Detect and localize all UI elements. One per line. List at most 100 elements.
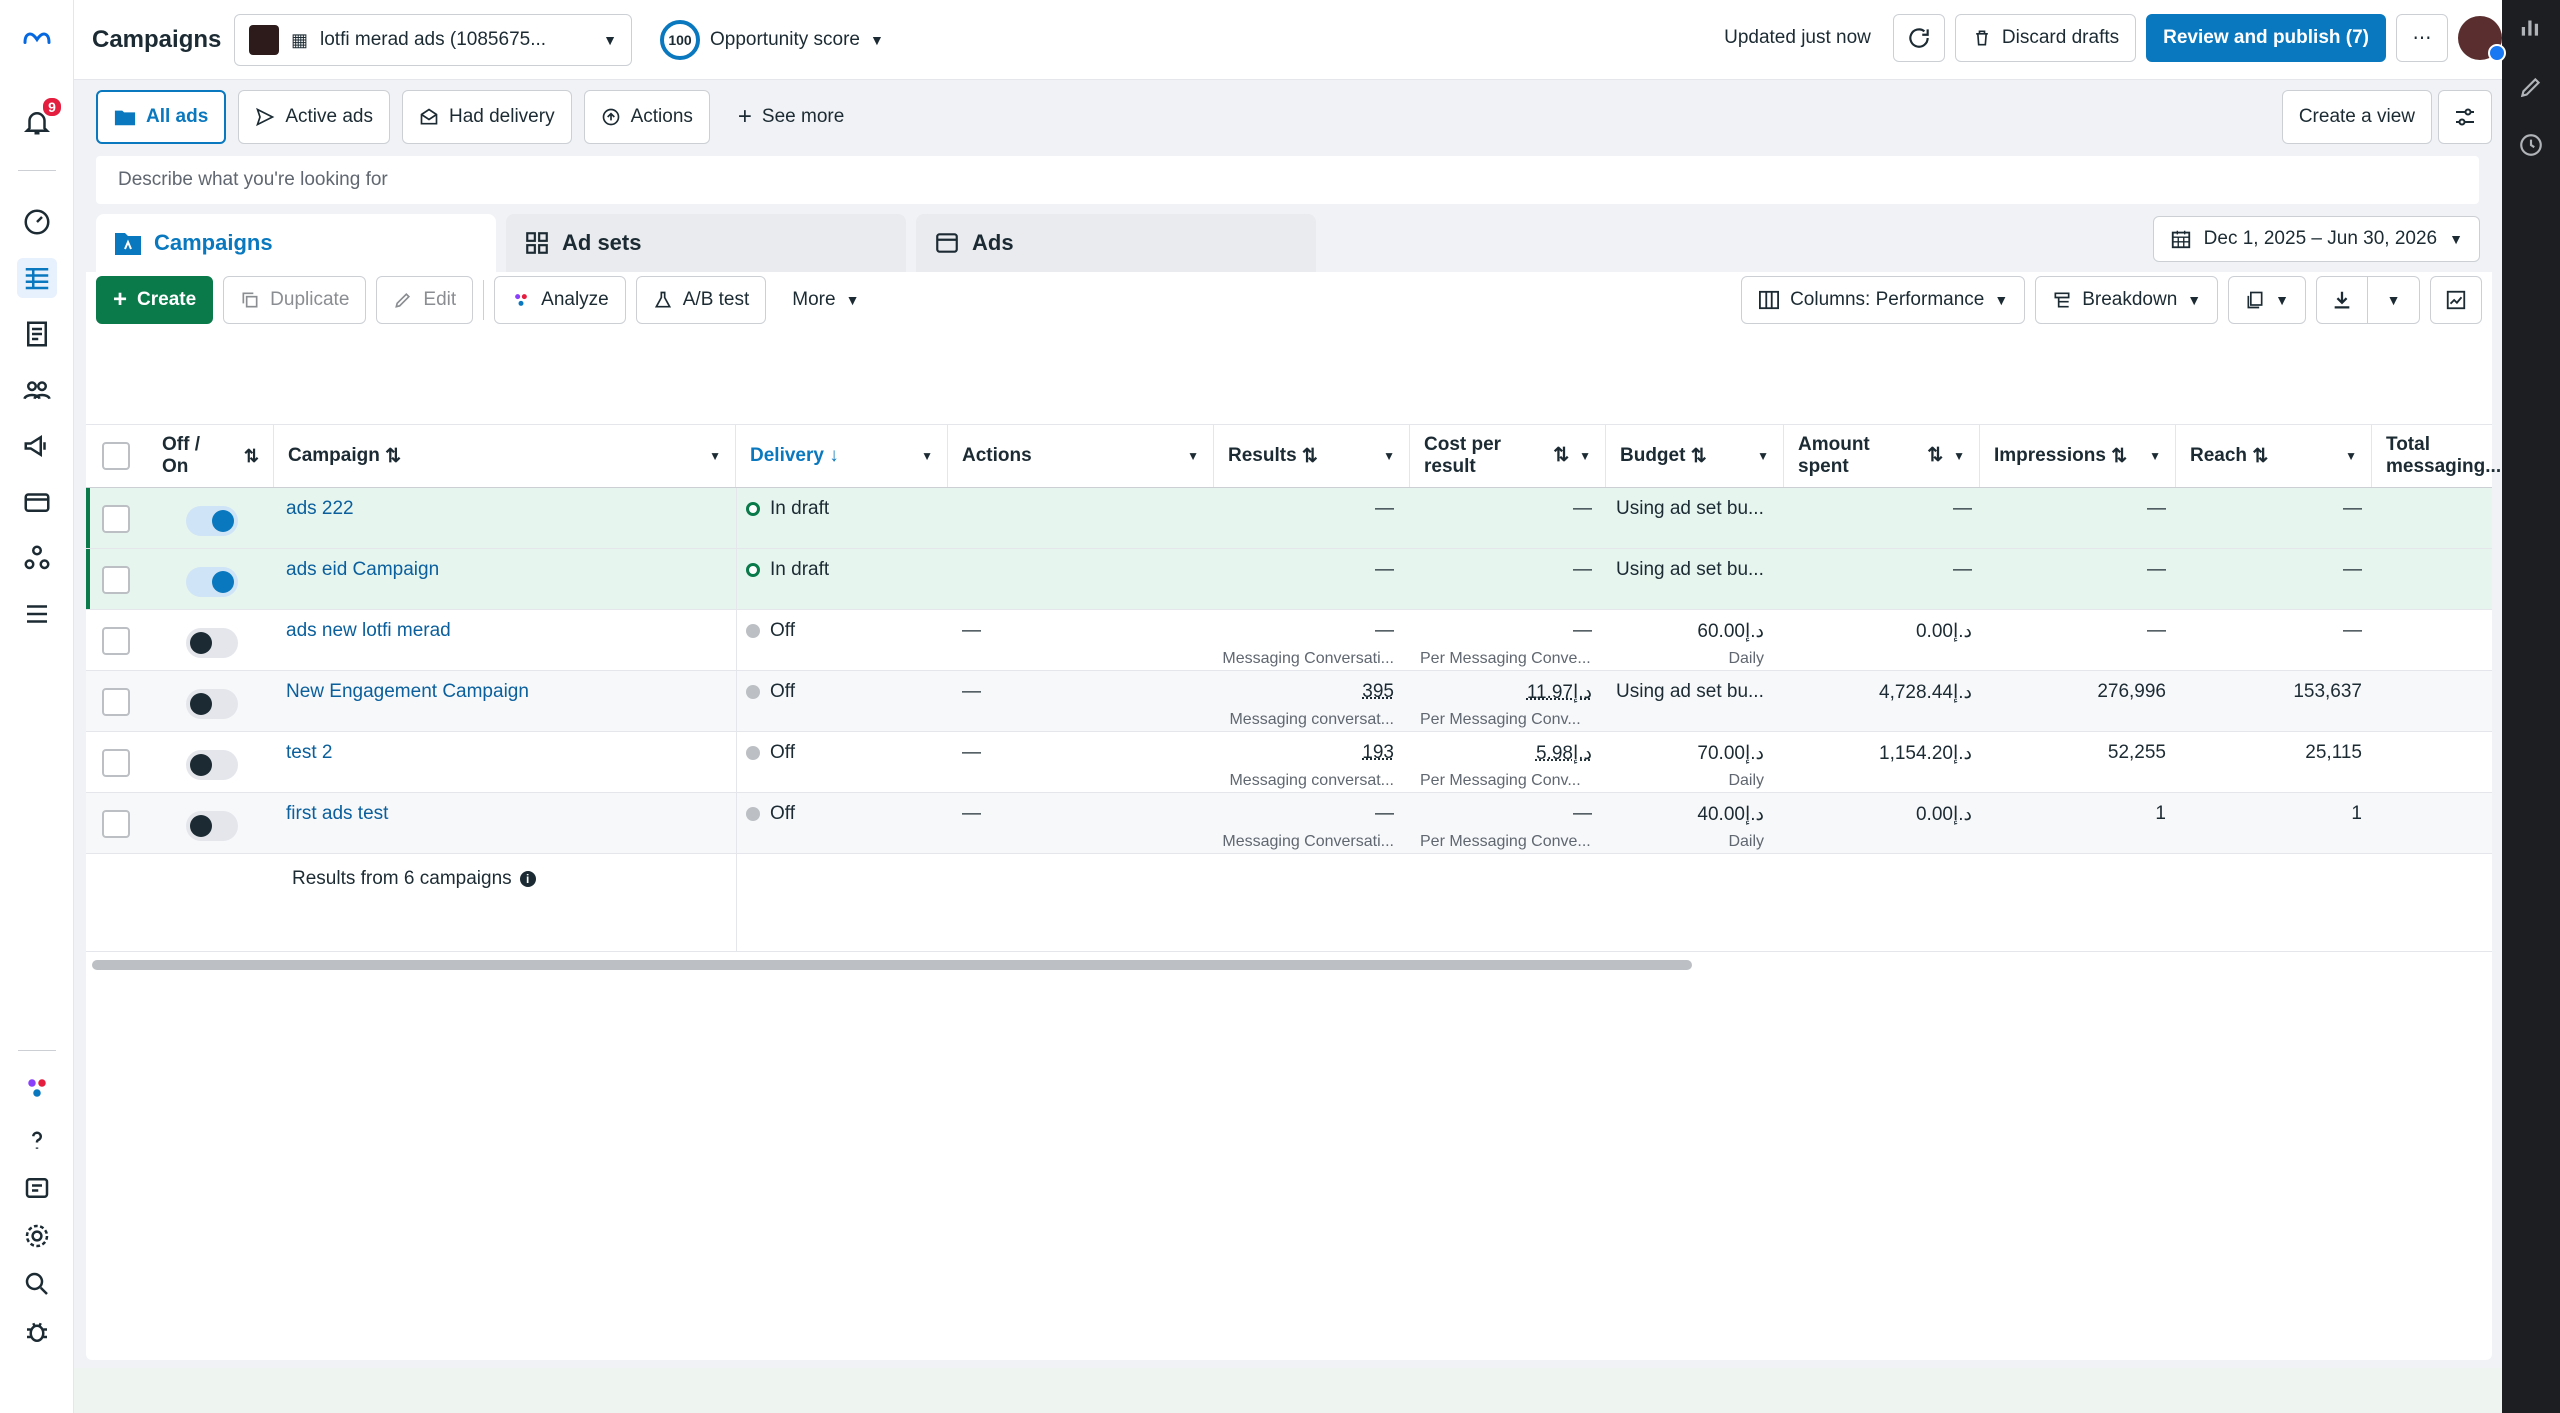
ab-test-button[interactable]: A/B test (635, 276, 767, 324)
reports-button[interactable]: ▼ (2228, 276, 2306, 324)
campaign-name-link[interactable]: ads 222 (286, 498, 354, 520)
campaign-name-link[interactable]: ads eid Campaign (286, 559, 439, 581)
header-total-messaging[interactable]: Total messaging... (2372, 425, 2501, 487)
discard-drafts-button[interactable]: Discard drafts (1954, 14, 2137, 62)
history-clock-icon[interactable] (2518, 132, 2544, 158)
columns-button[interactable]: Columns: Performance ▼ (1741, 276, 2026, 324)
chevron-down-icon: ▼ (921, 449, 933, 463)
meta-ai-icon[interactable] (17, 1068, 57, 1108)
bar-chart-icon[interactable] (2518, 14, 2544, 40)
campaign-name-link[interactable]: ads new lotfi merad (286, 620, 451, 642)
view-settings-button[interactable] (2438, 90, 2492, 144)
duplicate-label: Duplicate (270, 289, 350, 310)
campaigns-table-icon[interactable] (17, 258, 57, 298)
tab-campaigns[interactable]: Campaigns (96, 214, 496, 272)
campaign-name-link[interactable]: New Engagement Campaign (286, 681, 529, 703)
campaign-name-link[interactable]: test 2 (286, 742, 332, 764)
header-campaign[interactable]: Campaign ⇅ ▼ (274, 425, 736, 487)
export-dropdown-button[interactable]: ▼ (2368, 276, 2420, 324)
opportunity-score[interactable]: 100 Opportunity score ▼ (660, 20, 884, 60)
table-row[interactable]: ads eid Campaign In draft — — Using ad set b… (86, 549, 2492, 610)
header-results[interactable]: Results ⇅ ▼ (1214, 425, 1410, 487)
table-row[interactable]: ads new lotfi merad Off — — Messaging Conver… (86, 610, 2492, 671)
tab-ad-sets[interactable]: Ad sets (506, 214, 906, 272)
row-checkbox[interactable] (102, 810, 130, 838)
create-button[interactable]: + Create (96, 276, 214, 324)
row-checkbox[interactable] (102, 688, 130, 716)
header-cost-per-result[interactable]: Cost per result ⇅ ▼ (1410, 425, 1606, 487)
header-impressions[interactable]: Impressions ⇅ ▼ (1980, 425, 2176, 487)
export-button[interactable] (2316, 276, 2368, 324)
breakdown-button[interactable]: Breakdown ▼ (2035, 276, 2219, 324)
campaign-on-off-toggle[interactable] (186, 750, 238, 780)
notifications-bell-icon[interactable]: 9 (17, 96, 63, 142)
filter-see-more[interactable]: + See more (722, 90, 860, 144)
pencil-edit-icon[interactable] (2518, 74, 2544, 100)
table-row[interactable]: New Engagement Campaign Off — 395 Messaging … (86, 671, 2492, 732)
campaign-on-off-toggle[interactable] (186, 567, 238, 597)
ad-account-selector[interactable]: ▦ lotfi merad ads (1085675... ▼ (234, 14, 632, 66)
settings-gear-icon[interactable] (17, 1216, 57, 1256)
date-range-picker[interactable]: Dec 1, 2025 – Jun 30, 2026 ▼ (2152, 216, 2480, 262)
review-and-publish-button[interactable]: Review and publish (7) (2146, 14, 2386, 62)
row-checkbox[interactable] (102, 505, 130, 533)
horizontal-scrollbar[interactable] (92, 960, 1692, 970)
campaign-name-link[interactable]: first ads test (286, 803, 388, 825)
search-input[interactable]: Describe what you're looking for (96, 156, 2479, 204)
chevron-down-icon: ▼ (845, 292, 860, 308)
filter-had-delivery[interactable]: Had delivery (401, 90, 572, 144)
bug-report-icon[interactable] (17, 1312, 57, 1352)
header-label: Impressions (1994, 445, 2106, 466)
table-row[interactable]: test 2 Off — 193 Messaging conversat... 5.98د… (86, 732, 2492, 793)
meta-logo-icon[interactable] (17, 18, 57, 58)
charts-button[interactable] (2430, 276, 2482, 324)
user-avatar[interactable] (2458, 16, 2506, 62)
header-reach[interactable]: Reach ⇅ ▼ (2176, 425, 2372, 487)
header-budget[interactable]: Budget ⇅ ▼ (1606, 425, 1784, 487)
row-checkbox[interactable] (102, 566, 130, 594)
more-button[interactable]: More ▼ (776, 276, 876, 324)
filter-active-ads[interactable]: Active ads (238, 90, 390, 144)
header-off-on[interactable]: Off / On ⇅ (148, 425, 274, 487)
table-row[interactable]: ads 222 In draft — — Using ad set bu... — — — (86, 488, 2492, 549)
delivery-status: Off (746, 742, 795, 764)
edit-button[interactable]: Edit (376, 276, 474, 324)
audiences-icon[interactable] (17, 370, 57, 410)
more-options-button[interactable]: ⋯ (2396, 14, 2448, 62)
campaign-on-off-toggle[interactable] (186, 628, 238, 658)
campaign-on-off-toggle[interactable] (186, 689, 238, 719)
row-checkbox[interactable] (102, 749, 130, 777)
campaign-on-off-toggle[interactable] (186, 506, 238, 536)
help-question-icon[interactable] (17, 1120, 57, 1160)
header-delivery[interactable]: Delivery ↓ ▼ (736, 425, 948, 487)
duplicate-button[interactable]: Duplicate (223, 276, 367, 324)
filter-actions[interactable]: Actions (583, 90, 710, 144)
header-amount-spent[interactable]: Amount spent ⇅ ▼ (1784, 425, 1980, 487)
news-feed-icon[interactable] (17, 1168, 57, 1208)
ab-test-label: A/B test (682, 289, 750, 310)
amount-spent-value: 0.00د.إ (1915, 804, 1972, 825)
campaign-on-off-toggle[interactable] (186, 811, 238, 841)
search-icon[interactable] (17, 1264, 57, 1304)
row-checkbox[interactable] (102, 627, 130, 655)
select-all-checkbox[interactable] (102, 442, 130, 470)
filter-all-ads[interactable]: All ads (96, 90, 227, 144)
facebook-badge-icon (2488, 44, 2506, 62)
overview-gauge-icon[interactable] (17, 202, 57, 242)
info-icon[interactable]: i (519, 871, 536, 887)
business-tools-icon[interactable] (17, 538, 57, 578)
budget-subtext: Daily (1728, 833, 1764, 850)
create-view-button[interactable]: Create a view (2281, 90, 2432, 144)
all-tools-menu-icon[interactable] (17, 594, 57, 634)
table-row[interactable]: first ads test Off — — Messaging Conversati.… (86, 793, 2492, 854)
tab-ads[interactable]: Ads (916, 214, 1316, 272)
billing-card-icon[interactable] (17, 482, 57, 522)
tab-label: Campaigns (154, 230, 273, 255)
header-actions[interactable]: Actions ▼ (948, 425, 1214, 487)
chevron-down-icon: ▼ (1187, 449, 1199, 463)
megaphone-icon[interactable] (17, 426, 57, 466)
pages-icon[interactable] (17, 314, 57, 354)
trash-icon (1976, 30, 1988, 46)
analyze-button[interactable]: Analyze (494, 276, 626, 324)
refresh-button[interactable] (1892, 14, 1945, 62)
